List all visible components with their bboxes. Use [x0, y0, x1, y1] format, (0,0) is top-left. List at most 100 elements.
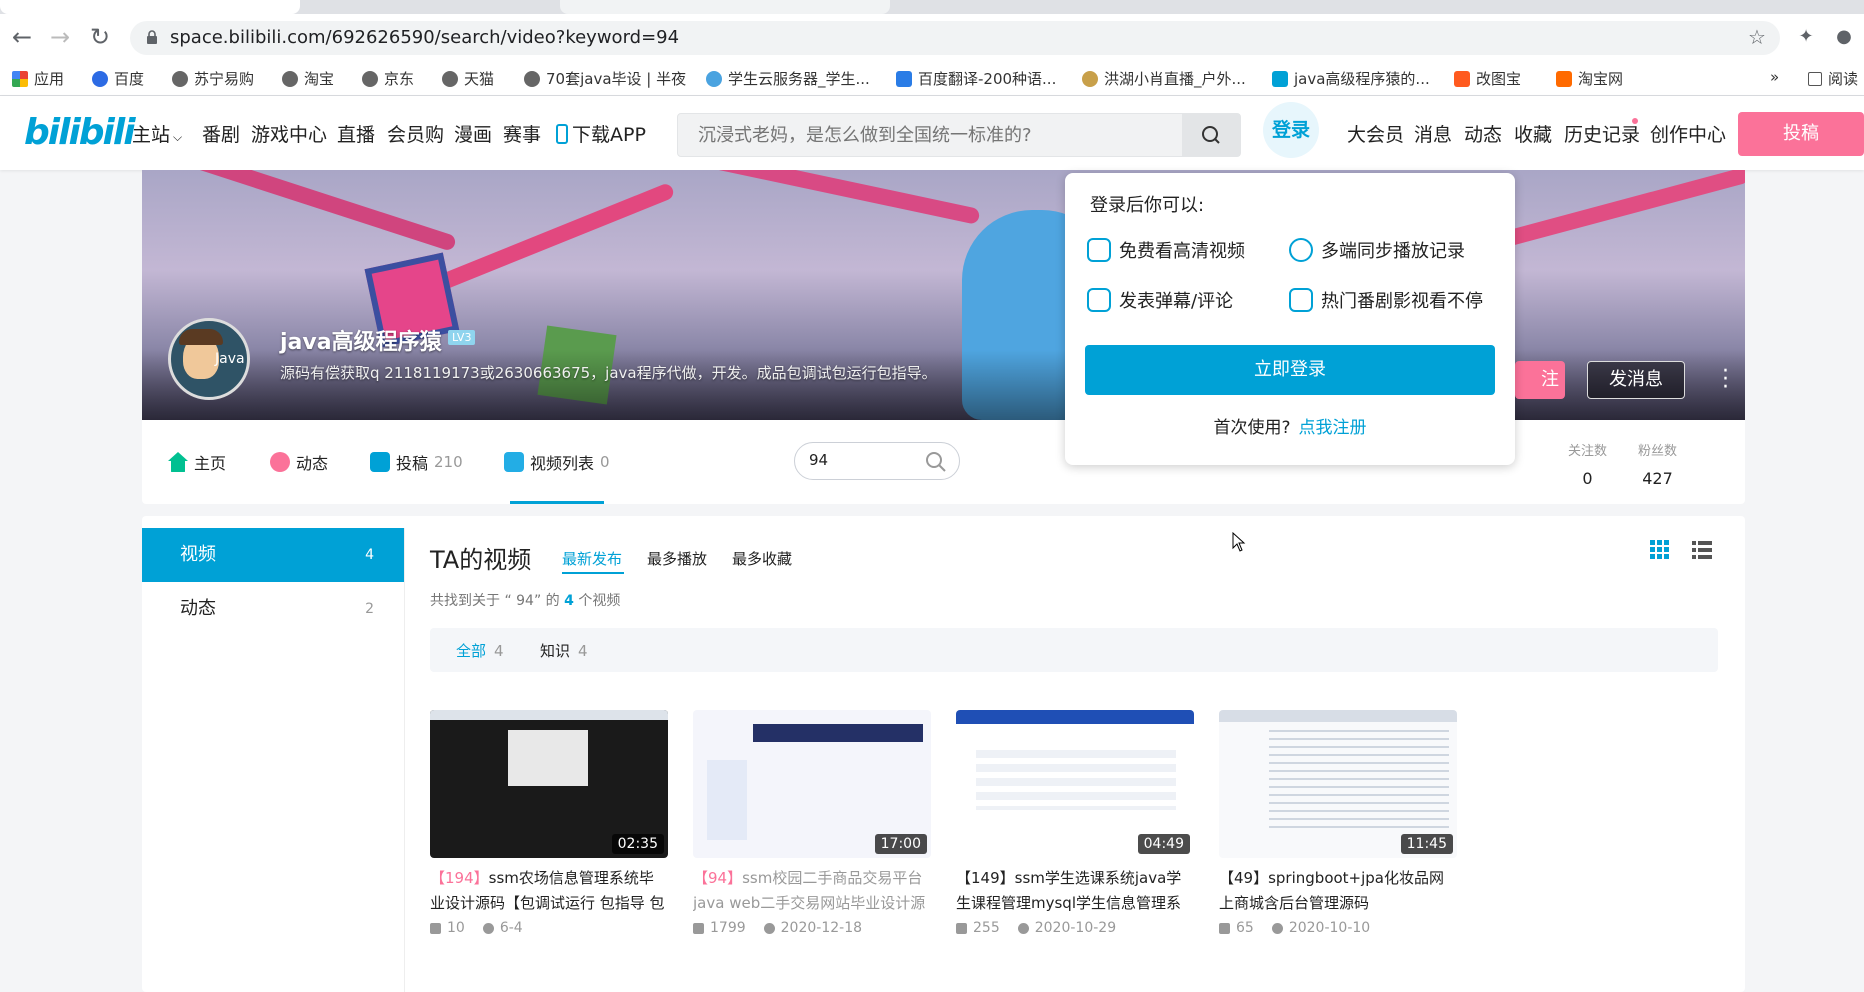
- url-text: space.bilibili.com/692626590/search/vide…: [170, 27, 680, 48]
- search-input[interactable]: [678, 114, 1183, 156]
- video-duration: 02:35: [611, 834, 664, 854]
- bookmarks-overflow[interactable]: »: [1770, 68, 1779, 86]
- video-thumbnail[interactable]: 02:35: [430, 710, 668, 858]
- sidebar-item-dynamic[interactable]: 动态 2: [142, 582, 404, 636]
- bookmark-item[interactable]: java高级程序猿的...: [1272, 68, 1430, 89]
- bookmark-item[interactable]: 百度: [92, 68, 144, 89]
- video-card[interactable]: 17:00 【94】ssm校园二手商品交易平台java web二手交易网站毕业设…: [693, 710, 931, 936]
- avatar-text: Java: [215, 351, 245, 367]
- nav-manga[interactable]: 漫画: [454, 120, 492, 147]
- tab-dynamic[interactable]: 动态: [270, 450, 328, 474]
- nav-creator-center[interactable]: 创作中心: [1650, 120, 1726, 147]
- profile-icon[interactable]: ●: [1830, 24, 1858, 52]
- nav-dynamics[interactable]: 动态: [1464, 120, 1502, 147]
- video-thumbnail[interactable]: 17:00: [693, 710, 931, 858]
- site-header: bilibili 主站 ⌵ 番剧 游戏中心 直播 会员购 漫画 赛事 下载APP …: [0, 96, 1864, 170]
- video-icon: [370, 452, 390, 472]
- bookmark-item[interactable]: 苏宁易购: [172, 68, 254, 89]
- video-title[interactable]: 【94】ssm校园二手商品交易平台java web二手交易网站毕业设计源: [693, 866, 931, 916]
- nav-game-center[interactable]: 游戏中心: [251, 120, 327, 147]
- browser-tab[interactable]: [0, 0, 300, 14]
- video-card[interactable]: 02:35 【194】ssm农场信息管理系统毕业设计源码【包调试运行 包指导 包…: [430, 710, 668, 936]
- fans-stat[interactable]: 粉丝数 427: [1638, 440, 1677, 488]
- nav-history[interactable]: 历史记录: [1564, 120, 1640, 147]
- content-panel: 视频 4 动态 2 TA的视频 最新发布 最多播放 最多收藏 共找到关于 “ 94”…: [142, 516, 1745, 992]
- bookmark-item[interactable]: 70套java毕设 | 半夜: [524, 68, 686, 89]
- taobao-icon: [1556, 70, 1572, 87]
- grid-view-icon[interactable]: [1650, 540, 1670, 560]
- reload-icon[interactable]: ↻: [86, 24, 114, 52]
- video-title[interactable]: 【194】ssm农场信息管理系统毕业设计源码【包调试运行 包指导 包安: [430, 866, 668, 916]
- bookmark-item[interactable]: 洪湖小肖直播_户外...: [1082, 68, 1246, 89]
- search-button[interactable]: [1182, 114, 1240, 156]
- publish-date: 2020-10-29: [1017, 920, 1116, 936]
- list-view-icon[interactable]: [1692, 540, 1712, 560]
- clock-icon: [763, 922, 775, 934]
- tab-playlists[interactable]: 视频列表 0: [504, 450, 610, 474]
- back-icon[interactable]: ←: [8, 24, 36, 52]
- browser-tab[interactable]: [560, 0, 890, 14]
- divider: [404, 528, 405, 992]
- space-search-input[interactable]: [809, 451, 919, 469]
- order-latest[interactable]: 最新发布: [562, 548, 622, 569]
- nav-vip[interactable]: 大会员: [1347, 120, 1404, 147]
- more-icon[interactable]: · · ·: [1722, 361, 1732, 399]
- order-most-favorited[interactable]: 最多收藏: [732, 548, 792, 569]
- extensions-icon[interactable]: ✦: [1792, 24, 1820, 52]
- register-link[interactable]: 点我注册: [1299, 418, 1367, 438]
- bookmark-item[interactable]: 百度翻译-200种语...: [896, 68, 1056, 89]
- video-title[interactable]: 【49】springboot+jpa化妆品网上商城含后台管理源码: [1219, 866, 1457, 916]
- clock-icon: [482, 922, 494, 934]
- tab-uploads[interactable]: 投稿 210: [370, 450, 463, 474]
- video-card[interactable]: 11:45 【49】springboot+jpa化妆品网上商城含后台管理源码 6…: [1219, 710, 1457, 936]
- tab-home[interactable]: 主页: [168, 450, 226, 474]
- filter-knowledge[interactable]: 知识 4: [540, 640, 588, 661]
- comment-icon: [1087, 288, 1111, 312]
- nav-download-app[interactable]: 下载APP: [556, 120, 646, 147]
- star-icon[interactable]: ☆: [1743, 24, 1771, 52]
- bookmark-item[interactable]: 天猫: [442, 68, 494, 89]
- filter-all[interactable]: 全部 4: [456, 640, 504, 661]
- avatar[interactable]: Java: [168, 318, 250, 400]
- play-icon: [430, 922, 441, 934]
- bookmark-item[interactable]: 学生云服务器_学生...: [706, 68, 870, 89]
- bookmark-item[interactable]: 改图宝: [1454, 68, 1521, 89]
- bookmark-item[interactable]: 淘宝网: [1556, 68, 1623, 89]
- send-message-button[interactable]: 发消息: [1587, 361, 1685, 399]
- login-button[interactable]: 登录: [1263, 102, 1319, 158]
- forward-icon[interactable]: →: [46, 24, 74, 52]
- bilibili-logo[interactable]: bilibili: [24, 112, 136, 153]
- video-duration: 17:00: [874, 834, 927, 854]
- dynamic-icon: [270, 452, 290, 472]
- clock-icon: [1017, 922, 1029, 934]
- thumb-ide-toolbar: [1219, 710, 1457, 722]
- globe-icon: [524, 70, 540, 87]
- browser-tab-strip: [0, 0, 1864, 14]
- bookmark-item[interactable]: 京东: [362, 68, 414, 89]
- search-icon: [1202, 126, 1220, 144]
- reading-list[interactable]: 阅读: [1808, 68, 1858, 89]
- nav-mall[interactable]: 会员购: [387, 120, 444, 147]
- nav-bangumi[interactable]: 番剧: [202, 120, 240, 147]
- video-card[interactable]: 04:49 【149】ssm学生选课系统java学生课程管理mysql学生信息管…: [956, 710, 1194, 936]
- search-icon[interactable]: [925, 451, 947, 473]
- follow-button[interactable]: 注: [1515, 361, 1565, 399]
- nav-main-site[interactable]: 主站 ⌵: [132, 120, 182, 147]
- address-bar[interactable]: space.bilibili.com/692626590/search/vide…: [130, 21, 1780, 55]
- sidebar-item-video[interactable]: 视频 4: [142, 528, 404, 582]
- order-most-played[interactable]: 最多播放: [647, 548, 707, 569]
- nav-favorites[interactable]: 收藏: [1514, 120, 1552, 147]
- clock-icon: [1289, 238, 1313, 262]
- bookmark-apps[interactable]: 应用: [12, 68, 64, 89]
- login-now-button[interactable]: 立即登录: [1085, 345, 1495, 395]
- nav-esports[interactable]: 赛事: [503, 120, 541, 147]
- nav-live[interactable]: 直播: [337, 120, 375, 147]
- upload-button[interactable]: 投稿: [1738, 112, 1864, 156]
- video-thumbnail[interactable]: 11:45: [1219, 710, 1457, 858]
- video-title[interactable]: 【149】ssm学生选课系统java学生课程管理mysql学生信息管理系统: [956, 866, 1194, 916]
- following-stat[interactable]: 关注数 0: [1568, 440, 1607, 488]
- nav-messages[interactable]: 消息: [1414, 120, 1452, 147]
- publish-date: 6-4: [482, 920, 523, 936]
- video-thumbnail[interactable]: 04:49: [956, 710, 1194, 858]
- bookmark-item[interactable]: 淘宝: [282, 68, 334, 89]
